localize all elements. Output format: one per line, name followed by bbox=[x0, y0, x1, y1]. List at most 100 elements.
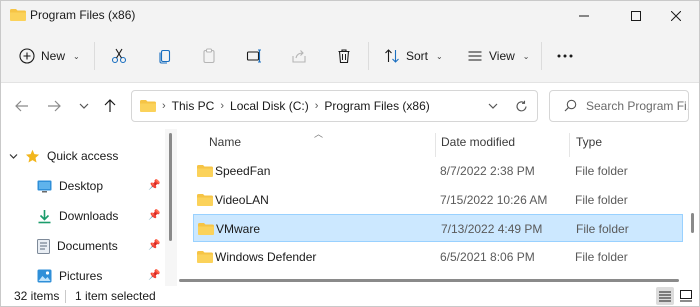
view-list-icon bbox=[468, 51, 482, 61]
file-list-scrollbar[interactable] bbox=[685, 129, 697, 286]
pin-icon[interactable]: 📌 bbox=[148, 270, 160, 281]
copy-icon bbox=[159, 49, 171, 64]
breadcrumb-local-disk[interactable]: Local Disk (C:) bbox=[230, 99, 309, 113]
pictures-icon bbox=[37, 269, 52, 283]
address-bar[interactable]: › This PC › Local Disk (C:) › Program Fi… bbox=[131, 90, 538, 122]
back-button[interactable] bbox=[11, 95, 33, 117]
sidebar-item-label: Downloads bbox=[59, 209, 119, 223]
large-icons-view-button[interactable] bbox=[677, 287, 695, 305]
sort-ascending-icon: ︿ bbox=[314, 129, 324, 139]
status-divider bbox=[65, 290, 66, 303]
close-icon bbox=[671, 10, 681, 21]
sort-button[interactable]: Sort ⌄ bbox=[384, 41, 443, 71]
chevron-right-icon: › bbox=[220, 100, 225, 112]
navigation-pane: Quick access Desktop 📌 Downloads 📌 Docum… bbox=[1, 129, 163, 286]
up-button[interactable] bbox=[99, 95, 121, 117]
plus-circle-icon bbox=[19, 48, 35, 64]
new-label: New bbox=[41, 49, 66, 63]
window-title: Program Files (x86) bbox=[30, 8, 136, 22]
rename-icon bbox=[246, 49, 261, 63]
folder-icon bbox=[198, 223, 214, 235]
sidebar-scrollbar[interactable] bbox=[165, 129, 177, 286]
file-row[interactable]: VideoLAN 7/15/2022 10:26 AM File folder bbox=[193, 186, 683, 214]
file-row[interactable]: Windows Defender 6/5/2021 8:06 PM File f… bbox=[193, 243, 683, 271]
chevron-down-icon: ⌄ bbox=[522, 51, 530, 61]
large-icons-view-icon bbox=[680, 290, 692, 302]
sidebar-item-quick-access[interactable]: Quick access bbox=[9, 145, 118, 167]
pin-icon[interactable]: 📌 bbox=[148, 180, 160, 191]
sidebar-item-documents[interactable]: Documents bbox=[37, 235, 118, 257]
star-icon bbox=[25, 149, 40, 162]
view-label: View bbox=[489, 49, 515, 63]
share-button[interactable] bbox=[291, 41, 307, 71]
desktop-icon bbox=[37, 180, 52, 192]
selection-count: 1 item selected bbox=[75, 289, 156, 303]
column-header-name[interactable]: Name bbox=[209, 135, 241, 149]
chevron-down-icon: ⌄ bbox=[73, 51, 80, 61]
pin-icon[interactable]: 📌 bbox=[148, 240, 160, 251]
column-header-type[interactable]: Type bbox=[576, 135, 602, 149]
scrollbar-thumb[interactable] bbox=[169, 133, 172, 241]
file-name: SpeedFan bbox=[215, 164, 271, 178]
more-options-button[interactable] bbox=[556, 41, 574, 71]
file-row[interactable]: SpeedFan 8/7/2022 2:38 PM File folder bbox=[193, 157, 683, 185]
sidebar-item-pictures[interactable]: Pictures bbox=[37, 265, 102, 287]
sidebar-item-downloads[interactable]: Downloads bbox=[37, 205, 118, 227]
paste-button[interactable] bbox=[201, 41, 217, 71]
chevron-down-icon bbox=[9, 153, 18, 159]
copy-button[interactable] bbox=[157, 41, 173, 71]
file-type: File folder bbox=[575, 164, 628, 178]
details-view-icon bbox=[659, 291, 671, 302]
refresh-button[interactable] bbox=[512, 97, 530, 115]
toolbar-divider bbox=[368, 42, 369, 70]
more-icon bbox=[557, 54, 573, 58]
trash-icon bbox=[338, 49, 350, 64]
cut-button[interactable] bbox=[111, 41, 127, 71]
file-row-selected[interactable]: VMware 7/13/2022 4:49 PM File folder bbox=[193, 214, 683, 242]
breadcrumb-this-pc[interactable]: This PC bbox=[172, 99, 215, 113]
scrollbar-thumb[interactable] bbox=[179, 279, 679, 282]
scrollbar-thumb[interactable] bbox=[691, 213, 694, 233]
minimize-button[interactable] bbox=[561, 1, 607, 30]
toolbar-divider bbox=[541, 42, 542, 70]
delete-button[interactable] bbox=[336, 41, 352, 71]
chevron-down-icon bbox=[488, 103, 498, 109]
file-type: File folder bbox=[576, 222, 629, 236]
chevron-right-icon: › bbox=[314, 100, 319, 112]
share-icon bbox=[292, 50, 306, 63]
search-placeholder: Search Program Fi... bbox=[586, 99, 689, 113]
sidebar-item-label: Documents bbox=[57, 239, 118, 253]
rename-button[interactable] bbox=[246, 41, 262, 71]
chevron-right-icon: › bbox=[162, 100, 166, 112]
file-date: 7/15/2022 10:26 AM bbox=[440, 193, 548, 207]
close-button[interactable] bbox=[653, 1, 699, 30]
breadcrumb-program-files[interactable]: Program Files (x86) bbox=[324, 99, 429, 113]
folder-icon bbox=[197, 165, 213, 177]
file-list: ︿ Name Date modified Type SpeedFan 8/7/2… bbox=[179, 129, 699, 286]
recent-locations-button[interactable] bbox=[73, 95, 95, 117]
horizontal-scrollbar[interactable] bbox=[179, 275, 685, 285]
address-history-button[interactable] bbox=[484, 97, 502, 115]
status-bar: 32 items 1 item selected bbox=[1, 286, 699, 306]
column-divider[interactable] bbox=[435, 133, 436, 157]
minimize-icon bbox=[579, 15, 589, 16]
view-button[interactable]: View ⌄ bbox=[467, 41, 530, 71]
file-name: VMware bbox=[216, 222, 261, 236]
new-button[interactable]: New ⌄ bbox=[19, 41, 80, 71]
pin-icon[interactable]: 📌 bbox=[148, 210, 160, 221]
column-divider[interactable] bbox=[569, 133, 570, 157]
details-view-button[interactable] bbox=[656, 287, 674, 305]
forward-button[interactable] bbox=[43, 95, 65, 117]
chevron-down-icon: ⌄ bbox=[436, 51, 443, 61]
title-bar: Program Files (x86) bbox=[1, 1, 699, 30]
breadcrumb: › This PC › Local Disk (C:) › Program Fi… bbox=[140, 99, 430, 113]
scissors-icon bbox=[111, 48, 127, 64]
search-icon bbox=[564, 99, 577, 112]
documents-icon bbox=[37, 238, 50, 254]
file-type: File folder bbox=[575, 250, 628, 264]
file-name: Windows Defender bbox=[215, 250, 317, 264]
address-row: › This PC › Local Disk (C:) › Program Fi… bbox=[1, 83, 699, 129]
search-input[interactable]: Search Program Fi... bbox=[549, 90, 689, 122]
column-header-date[interactable]: Date modified bbox=[441, 135, 515, 149]
sidebar-item-desktop[interactable]: Desktop bbox=[37, 175, 103, 197]
